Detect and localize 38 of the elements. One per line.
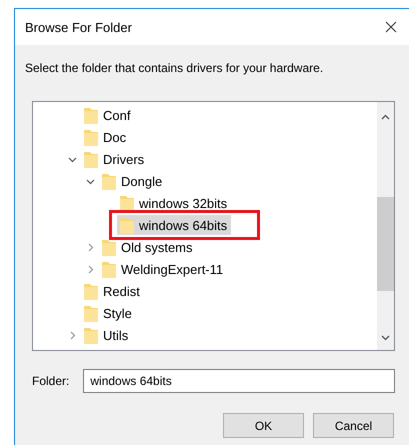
folder-icon (119, 216, 135, 234)
tree-item[interactable]: Style (81, 303, 136, 323)
folder-icon (83, 282, 99, 300)
dialog-button[interactable]: OK (223, 413, 304, 438)
folder-icon (83, 150, 99, 168)
folder-icon (83, 326, 99, 344)
tree-item[interactable]: Doc (81, 127, 130, 147)
close-icon[interactable] (385, 21, 397, 33)
chevron-right-icon[interactable] (86, 242, 94, 252)
chevron-right-icon[interactable] (68, 330, 76, 340)
folder-icon (101, 172, 117, 190)
chevron-right-icon[interactable] (86, 264, 94, 274)
window-title: Browse For Folder (25, 20, 132, 34)
folder-icon (101, 260, 117, 278)
tree-item[interactable]: windows 32bits (117, 193, 232, 213)
tree-item[interactable]: Conf (81, 105, 134, 125)
tree-item[interactable]: Drivers (81, 149, 148, 169)
tree-item[interactable]: Redist (81, 281, 144, 301)
tree-item[interactable]: Old systems (99, 237, 197, 257)
scroll-up-icon[interactable] (381, 114, 390, 120)
folder-icon (101, 238, 117, 256)
scroll-thumb[interactable] (377, 197, 394, 291)
dialog-button[interactable]: Cancel (313, 413, 394, 438)
folder-field[interactable]: windows 64bits (83, 369, 395, 393)
scrollbar[interactable] (377, 102, 394, 350)
folder-icon (83, 128, 99, 146)
folder-label: Folder: (32, 374, 70, 388)
folder-icon (83, 106, 99, 124)
tree-item[interactable]: WeldingExpert-11 (99, 259, 228, 279)
folder-icon (83, 304, 99, 322)
chevron-down-icon[interactable] (86, 176, 94, 186)
tree-item[interactable]: Utils (81, 325, 132, 345)
instruction-text: Select the folder that contains drivers for your hardware. (25, 61, 324, 75)
tree-item[interactable]: Dongle (99, 171, 166, 191)
folder-icon (119, 194, 135, 212)
scroll-down-icon[interactable] (381, 335, 390, 341)
chevron-down-icon[interactable] (68, 154, 76, 164)
tree-item[interactable]: windows 64bits (117, 215, 232, 235)
